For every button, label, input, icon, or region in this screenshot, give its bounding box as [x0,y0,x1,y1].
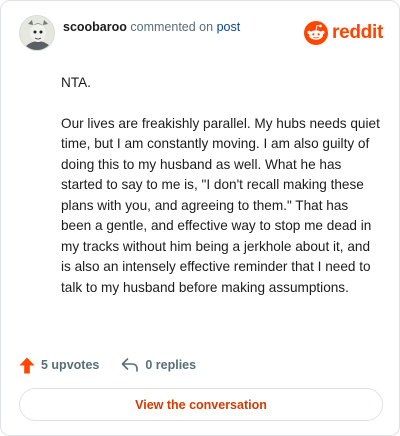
post-link[interactable]: post [217,20,241,34]
view-conversation-button[interactable]: View the conversation [19,388,383,421]
comment-body: NTA. Our lives are freakishly parallel. … [61,73,381,318]
upvote-arrow-icon [19,357,35,373]
comment-card: scoobaroo commented on post reddit NTA. … [0,0,400,436]
comment-actions: 5 upvotes 0 replies [19,355,196,375]
comment-paragraph: Our lives are freakishly parallel. My hu… [61,115,380,295]
username-link[interactable]: scoobaroo [63,20,127,34]
reply-button[interactable]: 0 replies [121,357,196,373]
reddit-logo[interactable]: reddit [304,21,383,45]
commented-on-text: commented on [130,20,214,34]
reply-count: 0 replies [145,358,197,372]
avatar[interactable] [19,15,55,51]
avatar-image [20,16,54,50]
upvote-button[interactable]: 5 upvotes [19,357,99,374]
comment-meta: scoobaroo commented on post [63,19,240,35]
comment-paragraph: NTA. [61,75,91,90]
upvote-count: 5 upvotes [41,358,100,372]
reddit-wordmark: reddit [332,22,383,43]
reddit-snoo-icon [304,21,329,45]
reply-arrow-icon [122,358,139,372]
